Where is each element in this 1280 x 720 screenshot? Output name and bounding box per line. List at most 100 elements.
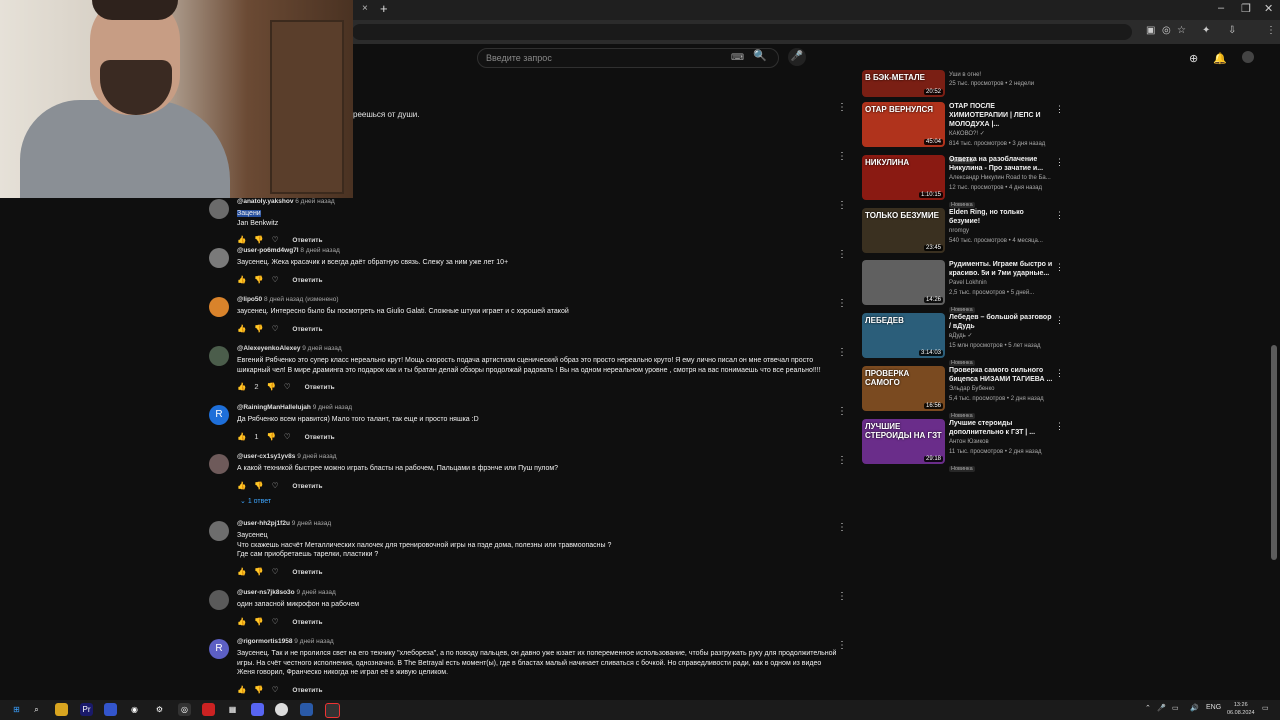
like-icon[interactable]: 👍 — [237, 382, 246, 391]
video-title[interactable]: Ответка на разоблачение Никулина - Про з… — [949, 155, 1055, 173]
maximize-icon[interactable]: ❐ — [1241, 2, 1251, 15]
app-icon[interactable] — [104, 703, 117, 716]
puzzle-icon[interactable]: ✦ — [1202, 25, 1210, 36]
comment-menu-icon[interactable]: ⋮ — [837, 406, 847, 417]
related-video[interactable]: ОТАР ВЕРНУЛСЯ 45:04 ОТАР ПОСЛЕ ХИМИОТЕРАПИ… — [862, 102, 1064, 164]
comment-time[interactable]: 9 дней назад — [294, 638, 333, 645]
taskbar-clock[interactable]: 13:26 06.08.2024 — [1227, 701, 1255, 717]
comment-time[interactable]: 6 дней назад — [295, 198, 334, 205]
avatar[interactable] — [209, 521, 229, 541]
app-tool-icon[interactable]: ▦ — [226, 703, 239, 716]
video-menu-icon[interactable]: ⋮ — [1055, 157, 1064, 168]
scrollbar[interactable] — [1271, 345, 1277, 560]
close-window-icon[interactable]: ✕ — [1264, 2, 1273, 15]
related-video[interactable]: В БЭК-МЕТАЛЕ 20:52 Уши в огне! 25 тыс. прос… — [862, 70, 1062, 100]
video-thumbnail[interactable]: ПРОВЕРКА САМОГО 16:56 — [862, 366, 945, 411]
comment-menu-icon[interactable]: ⋮ — [837, 249, 847, 260]
reply-button[interactable]: Ответить — [292, 277, 322, 284]
video-title[interactable]: Лучшие стероиды дополнительно к ГЗТ | ..… — [949, 419, 1055, 437]
video-title[interactable]: Elden Ring, но только безумие! — [949, 208, 1055, 226]
avatar[interactable] — [209, 297, 229, 317]
reply-button[interactable]: Ответить — [292, 237, 322, 244]
comment-time[interactable]: 9 дней назад — [313, 404, 352, 411]
reply-button[interactable]: Ответить — [305, 434, 335, 441]
dislike-icon[interactable]: 👎 — [254, 567, 263, 576]
app-circle-icon[interactable] — [275, 703, 288, 716]
menu-icon[interactable]: ⋮ — [1266, 25, 1276, 36]
search-icon[interactable]: 🔍 — [753, 49, 767, 62]
star-icon[interactable]: ☆ — [1177, 25, 1186, 36]
video-menu-icon[interactable]: ⋮ — [1055, 210, 1064, 221]
dislike-icon[interactable]: 👎 — [267, 432, 276, 441]
comment-author[interactable]: @AlexeyenkoAlexey — [237, 345, 300, 352]
tray-mic-icon[interactable]: 🎤 — [1157, 704, 1166, 712]
obs-icon[interactable]: ◉ — [128, 703, 141, 716]
comment-time[interactable]: 8 дней назад — [300, 247, 339, 254]
video-menu-icon[interactable]: ⋮ — [1055, 368, 1064, 379]
reply-button[interactable]: Ответить — [305, 384, 335, 391]
heart-icon[interactable]: ♡ — [284, 382, 291, 391]
search-input[interactable]: Введите запрос ⌨ — [477, 48, 779, 68]
video-thumbnail[interactable]: ЛЕБЕДЕВ 3:14:03 — [862, 313, 945, 358]
comment-menu-icon[interactable]: ⋮ — [837, 522, 847, 533]
related-video[interactable]: ПРОВЕРКА САМОГО 16:56 Проверка самого силь… — [862, 366, 1064, 419]
heart-icon[interactable]: ♡ — [272, 275, 279, 284]
like-icon[interactable]: 👍 — [237, 481, 246, 490]
search-taskbar-icon[interactable]: ⌕ — [30, 703, 43, 716]
notifications-icon[interactable]: ▭ — [1262, 704, 1269, 712]
heart-icon[interactable]: ♡ — [272, 324, 279, 333]
avatar[interactable] — [209, 248, 229, 268]
comment-menu-icon[interactable]: ⋮ — [837, 640, 847, 651]
comment-author[interactable]: @user-ns7jk8so3o — [237, 589, 295, 596]
comment-time[interactable]: 9 дней назад — [292, 520, 331, 527]
close-tab-icon[interactable]: × — [362, 3, 368, 14]
video-thumbnail[interactable]: ОТАР ВЕРНУЛСЯ 45:04 — [862, 102, 945, 147]
avatar[interactable]: R — [209, 405, 229, 425]
video-title[interactable]: Рудименты. Играем быстро и красиво. 5и и… — [949, 260, 1055, 278]
app-blue-icon[interactable] — [300, 703, 313, 716]
comment-time[interactable]: 8 дней назад (изменено) — [264, 296, 339, 303]
reply-button[interactable]: Ответить — [292, 326, 322, 333]
reply-button[interactable]: Ответить — [292, 483, 322, 490]
video-menu-icon[interactable]: ⋮ — [1055, 104, 1064, 115]
extension-icon[interactable]: ▣ — [1146, 25, 1155, 36]
comment-menu-icon[interactable]: ⋮ — [837, 298, 847, 309]
avatar[interactable] — [209, 590, 229, 610]
create-icon[interactable]: ⊕ — [1189, 52, 1198, 65]
comment-menu-icon[interactable]: ⋮ — [837, 347, 847, 358]
like-icon[interactable]: 👍 — [237, 275, 246, 284]
new-tab-button[interactable]: + — [380, 1, 388, 16]
address-bar[interactable] — [352, 24, 1132, 40]
video-channel[interactable]: nromgy — [949, 227, 1055, 236]
download-icon[interactable]: ⇩ — [1228, 25, 1236, 36]
heart-icon[interactable]: ♡ — [272, 567, 279, 576]
bell-icon[interactable]: 🔔 — [1213, 52, 1227, 65]
reply-button[interactable]: Ответить — [292, 619, 322, 626]
heart-icon[interactable]: ♡ — [284, 432, 291, 441]
dislike-icon[interactable]: 👎 — [254, 235, 263, 244]
video-menu-icon[interactable]: ⋮ — [1055, 315, 1064, 326]
minimize-icon[interactable]: – — [1218, 2, 1224, 14]
replies-toggle[interactable]: ⌄ 1 ответ — [240, 497, 271, 505]
like-icon[interactable]: 👍 — [237, 324, 246, 333]
video-channel[interactable]: Александр Никулин Road to the Ба... — [949, 174, 1055, 183]
comment-author[interactable]: @rigormortis1958 — [237, 638, 292, 645]
comment-author[interactable]: @anatoly.yakshov — [237, 198, 293, 205]
app-red-icon[interactable] — [202, 703, 215, 716]
comment-author[interactable]: @user-hh2pj1f2u — [237, 520, 290, 527]
avatar[interactable] — [209, 454, 229, 474]
dislike-icon[interactable]: 👎 — [254, 481, 263, 490]
video-title[interactable]: Проверка самого сильного бицепса НИЗАМИ … — [949, 366, 1055, 384]
avatar[interactable] — [209, 199, 229, 219]
recording-icon[interactable] — [325, 703, 340, 718]
dislike-icon[interactable]: 👎 — [254, 685, 263, 694]
reply-button[interactable]: Ответить — [292, 569, 322, 576]
related-video[interactable]: 14:26 Рудименты. Играем быстро и красиво.… — [862, 260, 1064, 313]
reply-button[interactable]: Ответить — [292, 687, 322, 694]
like-icon[interactable]: 👍 — [237, 685, 246, 694]
comment-author[interactable]: @user-cx1sy1yv8s — [237, 453, 295, 460]
comment-menu-icon[interactable]: ⋮ — [837, 200, 847, 211]
discord-icon[interactable] — [251, 703, 264, 716]
comment-author[interactable]: @lipo50 — [237, 296, 262, 303]
video-channel[interactable]: Эльдар Бубенко — [949, 385, 1055, 394]
